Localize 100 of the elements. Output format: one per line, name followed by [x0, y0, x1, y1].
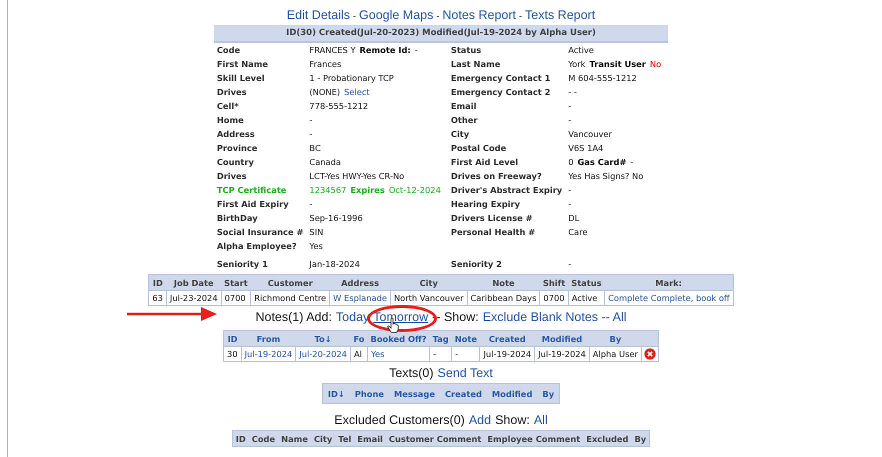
section-link[interactable]: All [534, 413, 548, 427]
field-label: Drivers License # [450, 212, 534, 225]
field-value: - [568, 185, 572, 195]
column-header: Shift [540, 274, 568, 290]
column-header[interactable]: ID [224, 330, 242, 346]
column-header[interactable]: Modified [486, 384, 538, 404]
field-label: Hearing Expiry [450, 198, 522, 211]
table-cell: Richmond Centre [250, 290, 330, 306]
section-link[interactable]: Add [468, 413, 492, 427]
table-cell[interactable]: W Esplanade [330, 290, 390, 306]
field-label: Drives on Freeway? [450, 170, 543, 183]
column-header[interactable]: Created [440, 384, 487, 404]
field-value: Vancouver [568, 129, 612, 139]
field-label: Seniority 1 [216, 258, 269, 271]
field-value: SIN [309, 227, 324, 237]
field-value: Yes [309, 241, 323, 251]
column-header[interactable]: From [241, 330, 296, 346]
column-header[interactable]: By [589, 330, 642, 346]
field-label: Alpha Employee? [216, 240, 298, 253]
column-header: Job Date [166, 274, 222, 290]
column-header: City [310, 430, 336, 446]
select-link[interactable]: Select [344, 87, 370, 97]
column-header: Email [354, 430, 386, 446]
table-cell: Jul-19-2024 [534, 346, 590, 362]
field-value: M 604-555-1212 [568, 73, 637, 83]
section-link[interactable]: Send Text [438, 366, 493, 380]
field-label: First Aid Level [450, 156, 520, 169]
column-header: Customer Comment [386, 430, 484, 446]
record-header: ID(30) Created(Jul-20-2023) Modified(Jul-19-2024 by Alpha User) [214, 25, 668, 42]
field-value: - [568, 259, 572, 269]
field-value: BC [309, 143, 321, 153]
field-label: Country [216, 156, 255, 169]
field-label: Remote Id: [360, 45, 411, 55]
column-header[interactable]: To↓ [296, 330, 350, 346]
header-link[interactable]: Edit Details [286, 7, 350, 23]
header-link[interactable]: Google Maps [359, 7, 434, 23]
table-cell: Alpha User [589, 346, 642, 362]
delete-icon[interactable] [644, 348, 656, 360]
field-value: V6S 1A4 [568, 143, 604, 153]
column-header: City [390, 274, 467, 290]
column-header: Mark: [604, 274, 734, 290]
column-header: ID [232, 430, 249, 446]
field-value: - [309, 115, 312, 125]
field-value: - - [568, 87, 577, 97]
field-label: Province [216, 142, 258, 155]
table-cell: 0700 [540, 290, 568, 306]
column-header: Employee Comment [484, 430, 584, 446]
field-label: Emergency Contact 2 [450, 86, 552, 99]
column-header: Name [278, 430, 311, 446]
field-label: Home [216, 114, 245, 127]
field-label: Last Name [450, 58, 502, 71]
column-header[interactable]: Phone [350, 384, 390, 404]
column-header[interactable]: By [537, 384, 560, 404]
column-header[interactable]: Booked Off? [368, 330, 430, 346]
field-value: DL [568, 213, 580, 223]
field-value: Canada [309, 157, 341, 167]
field-value: - [630, 157, 634, 167]
field-value: York [568, 59, 586, 69]
field-label: Gas Card# [578, 157, 626, 167]
field-value: - [568, 199, 572, 209]
table-cell: 0700 [221, 290, 251, 306]
field-label: Email [450, 100, 478, 113]
table-cell[interactable]: Jul-19-2024 [241, 346, 296, 362]
column-header[interactable]: Note [452, 330, 480, 346]
section-link[interactable]: Exclude Blank Notes -- All [482, 310, 627, 324]
field-label: Status [448, 42, 566, 57]
field-value: 0 [568, 157, 574, 167]
column-header[interactable]: Fo [350, 330, 368, 346]
column-header: Code [248, 430, 278, 446]
column-header: Start [221, 274, 251, 290]
column-header[interactable]: Tag [430, 330, 452, 346]
table-cell[interactable]: Complete Complete, book off [604, 290, 734, 306]
field-label: Drives [216, 170, 248, 183]
field-label: Social Insurance # [216, 226, 304, 239]
field-label: Emergency Contact 1 [450, 72, 552, 85]
column-header[interactable]: Message [389, 384, 440, 404]
header-link[interactable]: Texts Report [525, 7, 596, 23]
column-header: Status [568, 274, 605, 290]
section-link[interactable]: Tomorrow [373, 310, 428, 324]
field-label: First Aid Expiry [216, 198, 290, 211]
column-header: Excluded [583, 430, 632, 446]
field-value: Oct-12-2024 [388, 185, 441, 195]
field-label: Other [450, 114, 479, 127]
table-cell[interactable]: Jul-20-2024 [296, 346, 350, 362]
column-header: Customer [250, 274, 330, 290]
table-cell[interactable]: Yes [368, 346, 430, 362]
link-separator: - [353, 10, 356, 23]
field-label: Cell* [216, 100, 240, 113]
section-title: Excluded Customers(0) [334, 413, 465, 427]
field-value: 1 - Probationary TCP [309, 73, 394, 83]
section-title: Texts(0) [389, 366, 434, 380]
field-value: 1234567 [309, 185, 346, 195]
header-link[interactable]: Notes Report [442, 7, 516, 23]
column-header[interactable]: Modified [534, 330, 590, 346]
field-value: LCT-Yes HWY-Yes CR-No [309, 171, 404, 181]
field-value: - [309, 199, 312, 209]
field-label: Skill Level [216, 72, 266, 85]
table-cell: - [452, 346, 480, 362]
column-header[interactable]: ID↓ [322, 384, 350, 404]
column-header[interactable]: Created [480, 330, 535, 346]
